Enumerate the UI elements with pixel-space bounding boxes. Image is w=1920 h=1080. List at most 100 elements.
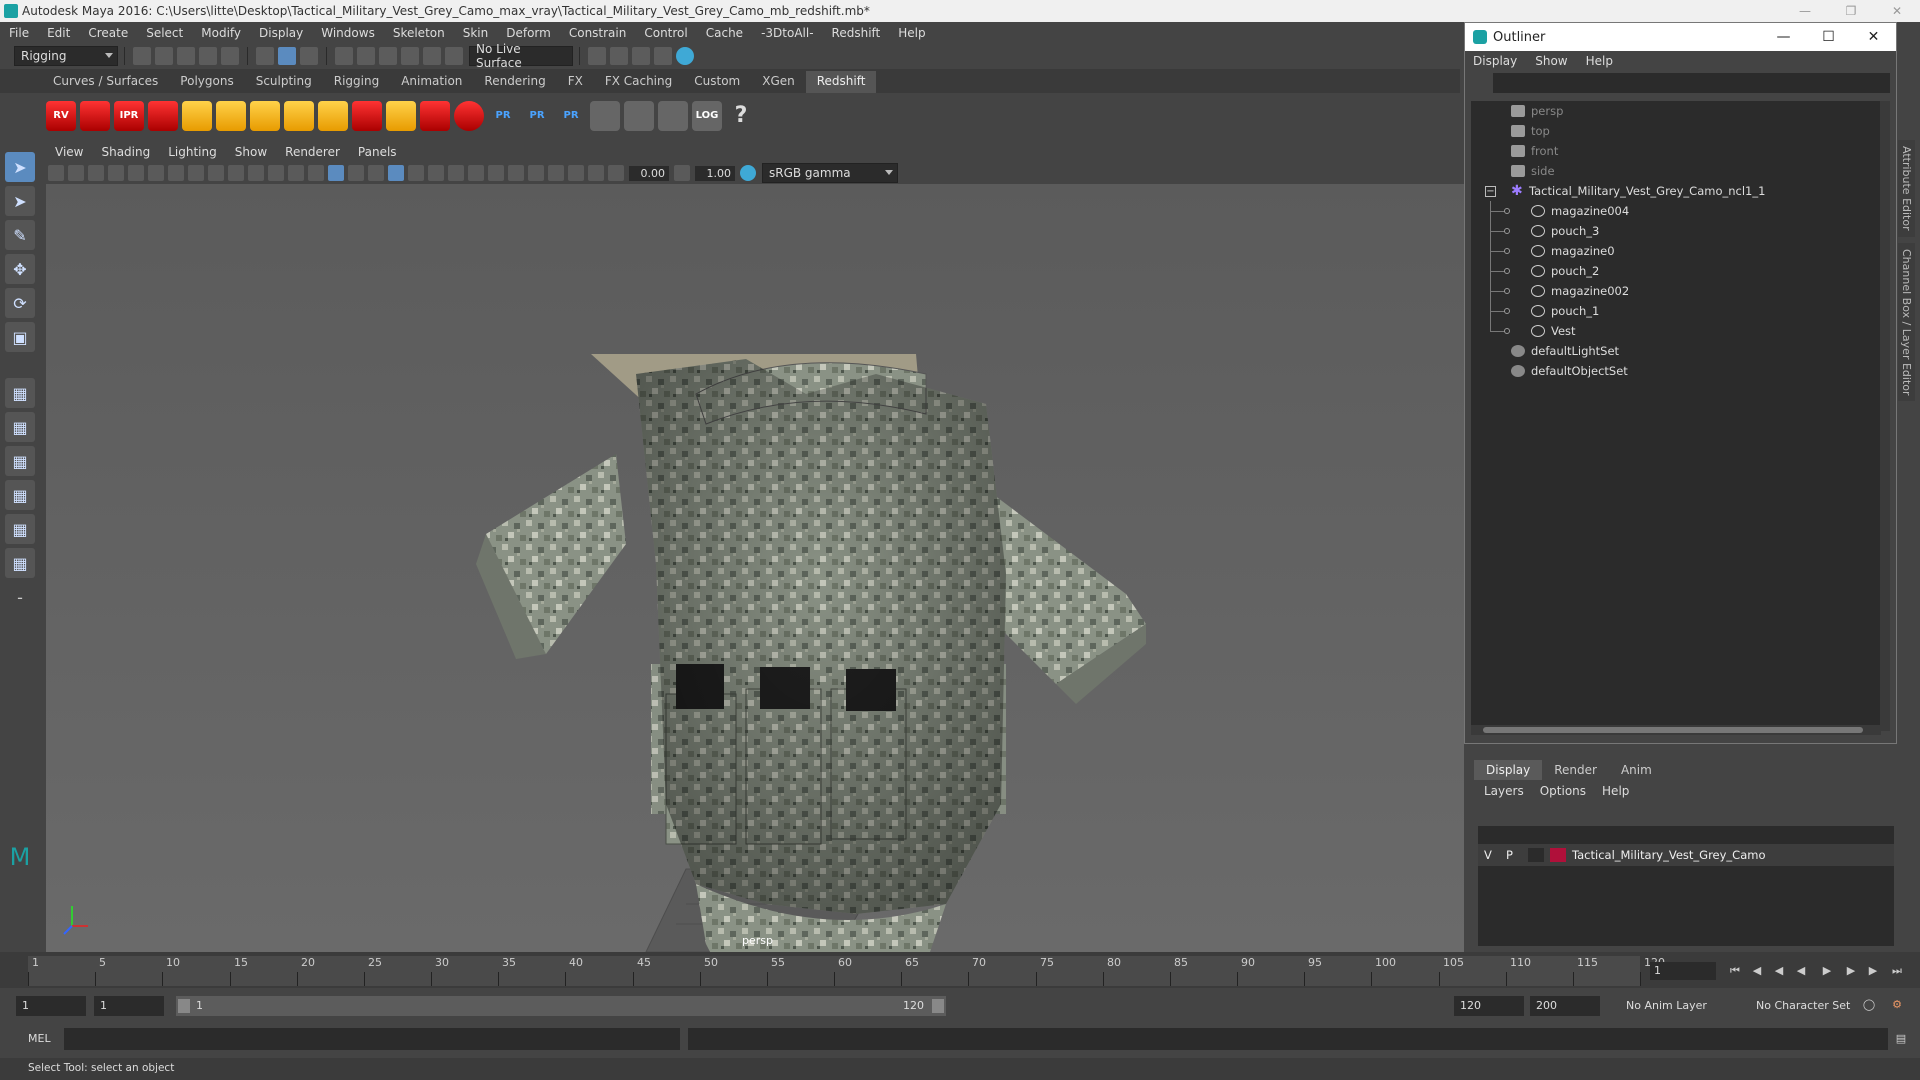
layer-menu-layers[interactable]: Layers <box>1484 784 1540 798</box>
redshift-proxy-icon[interactable]: PR <box>488 101 518 131</box>
snap-view-icon[interactable] <box>401 47 419 65</box>
redo-icon[interactable] <box>221 47 239 65</box>
depth-of-field-icon[interactable] <box>508 165 524 181</box>
redshift-ies-light-icon[interactable] <box>386 100 416 131</box>
shelf-tab-redshift[interactable]: Redshift <box>805 71 877 93</box>
channel-box-tab[interactable]: Channel Box / Layer Editor <box>1898 242 1915 402</box>
layer-tab-render[interactable]: Render <box>1542 760 1609 780</box>
layer-display-type[interactable] <box>1528 848 1544 862</box>
menu-cache[interactable]: Cache <box>697 26 752 40</box>
color-management-icon[interactable] <box>740 165 756 181</box>
menu-edit[interactable]: Edit <box>38 26 79 40</box>
wireframe-on-shaded-icon[interactable] <box>348 165 364 181</box>
more-layouts-icon[interactable]: - <box>5 582 35 612</box>
lasso-tool-icon[interactable]: ➤ <box>5 186 35 216</box>
outliner-menu-help[interactable]: Help <box>1586 54 1631 68</box>
step-back-key-icon[interactable]: ◀ <box>1750 964 1764 978</box>
scroll-thumb[interactable] <box>1483 727 1863 733</box>
grid-toggle-icon[interactable] <box>168 165 184 181</box>
outliner-close-icon[interactable]: ✕ <box>1851 23 1896 51</box>
tree-item-front[interactable]: front <box>1471 141 1881 161</box>
exposure-field[interactable]: 0.00 <box>629 165 669 181</box>
attribute-editor-tab[interactable]: Attribute Editor <box>1898 140 1915 237</box>
play-forward-icon[interactable]: ▶ <box>1820 964 1834 978</box>
menu-set-dropdown[interactable]: Rigging <box>14 46 118 66</box>
range-end-handle[interactable] <box>932 999 944 1013</box>
menu-control[interactable]: Control <box>635 26 696 40</box>
tree-item-default-light-set[interactable]: defaultLightSet <box>1471 341 1881 361</box>
render-frame-icon[interactable] <box>610 47 628 65</box>
menu-file[interactable]: File <box>0 26 38 40</box>
snap-surface-icon[interactable] <box>423 47 441 65</box>
menu-constrain[interactable]: Constrain <box>560 26 636 40</box>
undo-icon[interactable] <box>199 47 217 65</box>
shelf-tab-curves[interactable]: Curves / Surfaces <box>42 71 169 93</box>
play-backward-icon[interactable]: ◀ <box>1794 964 1808 978</box>
panel-menu-shading[interactable]: Shading <box>92 145 159 159</box>
redshift-help-icon[interactable]: ? <box>726 101 756 131</box>
menu-deform[interactable]: Deform <box>497 26 560 40</box>
safe-title-icon[interactable] <box>288 165 304 181</box>
panel-menu-panels[interactable]: Panels <box>349 145 406 159</box>
layout-view-icon[interactable]: ▦ <box>5 548 35 578</box>
select-tool-icon[interactable]: ➤ <box>5 152 35 182</box>
film-gate-icon[interactable] <box>188 165 204 181</box>
outliner-menu-display[interactable]: Display <box>1473 54 1535 68</box>
tree-item-magazine004[interactable]: magazine004 <box>1471 201 1881 221</box>
layer-color-swatch[interactable] <box>1550 848 1566 862</box>
auto-key-icon[interactable]: ◯ <box>1862 998 1876 1012</box>
tree-item-default-object-set[interactable]: defaultObjectSet <box>1471 361 1881 381</box>
safe-action-icon[interactable] <box>268 165 284 181</box>
graph-view-icon[interactable]: ▦ <box>5 514 35 544</box>
live-surface-field[interactable]: No Live Surface <box>469 42 573 70</box>
gamma-icon[interactable] <box>674 165 690 181</box>
menu-display[interactable]: Display <box>250 26 312 40</box>
wireframe-icon[interactable] <box>308 165 324 181</box>
outliner-menu-show[interactable]: Show <box>1535 54 1585 68</box>
layer-menu-options[interactable]: Options <box>1540 784 1602 798</box>
redshift-render-view-icon[interactable]: RV <box>46 100 76 131</box>
camera-attributes-icon[interactable] <box>68 165 84 181</box>
layer-tab-display[interactable]: Display <box>1474 760 1543 780</box>
2d-pan-icon[interactable] <box>128 165 144 181</box>
default-material-icon[interactable] <box>368 165 384 181</box>
outliner-vertical-scrollbar[interactable] <box>1880 101 1890 731</box>
tree-item-vest[interactable]: Vest <box>1471 321 1881 341</box>
exposure-icon[interactable] <box>608 165 624 181</box>
playback-start-field[interactable]: 1 <box>94 996 164 1016</box>
panel-menu-show[interactable]: Show <box>226 145 276 159</box>
animation-start-field[interactable]: 1 <box>16 996 86 1016</box>
step-back-frame-icon[interactable]: ◀ <box>1772 964 1786 978</box>
layer-menu-help[interactable]: Help <box>1602 784 1645 798</box>
layer-tab-anim[interactable]: Anim <box>1609 760 1664 780</box>
redshift-portal-light-icon[interactable] <box>216 100 246 131</box>
snap-grid-icon[interactable] <box>335 47 353 65</box>
shelf-tab-rendering[interactable]: Rendering <box>473 71 556 93</box>
tree-item-magazine002[interactable]: magazine002 <box>1471 281 1881 301</box>
two-view-icon[interactable]: ▦ <box>5 446 35 476</box>
menu-create[interactable]: Create <box>79 26 137 40</box>
redshift-material-icon[interactable] <box>590 100 620 131</box>
camera-select-icon[interactable] <box>48 165 64 181</box>
gamma-field[interactable]: 1.00 <box>695 165 735 181</box>
single-view-icon[interactable]: ▦ <box>5 378 35 408</box>
character-set-dropdown[interactable]: No Character Set <box>1750 996 1860 1016</box>
new-scene-icon[interactable] <box>133 47 151 65</box>
time-slider[interactable]: 1 5 10 15 20 25 30 35 40 45 50 55 60 65 70 75 80 85 90 95 10… <box>0 952 1920 988</box>
bookmark-icon[interactable] <box>88 165 104 181</box>
script-editor-icon[interactable]: ▤ <box>1894 1032 1908 1046</box>
render-settings-icon[interactable] <box>654 47 672 65</box>
redshift-aov-icon[interactable] <box>658 100 688 131</box>
redshift-mesh-light-icon[interactable] <box>352 100 382 131</box>
close-icon[interactable]: ✕ <box>1874 0 1920 22</box>
playback-end-field[interactable]: 120 <box>1454 996 1524 1016</box>
rotate-tool-icon[interactable]: ⟳ <box>5 288 35 318</box>
tree-item-magazine0[interactable]: magazine0 <box>1471 241 1881 261</box>
use-all-lights-icon[interactable] <box>408 165 424 181</box>
collapse-icon[interactable]: − <box>1485 186 1496 197</box>
hypershade-icon[interactable] <box>676 47 694 65</box>
open-scene-icon[interactable] <box>155 47 173 65</box>
redshift-render-icon[interactable] <box>80 100 110 131</box>
outliner-view-icon[interactable]: ▦ <box>5 480 35 510</box>
restore-icon[interactable]: ❐ <box>1828 0 1874 22</box>
